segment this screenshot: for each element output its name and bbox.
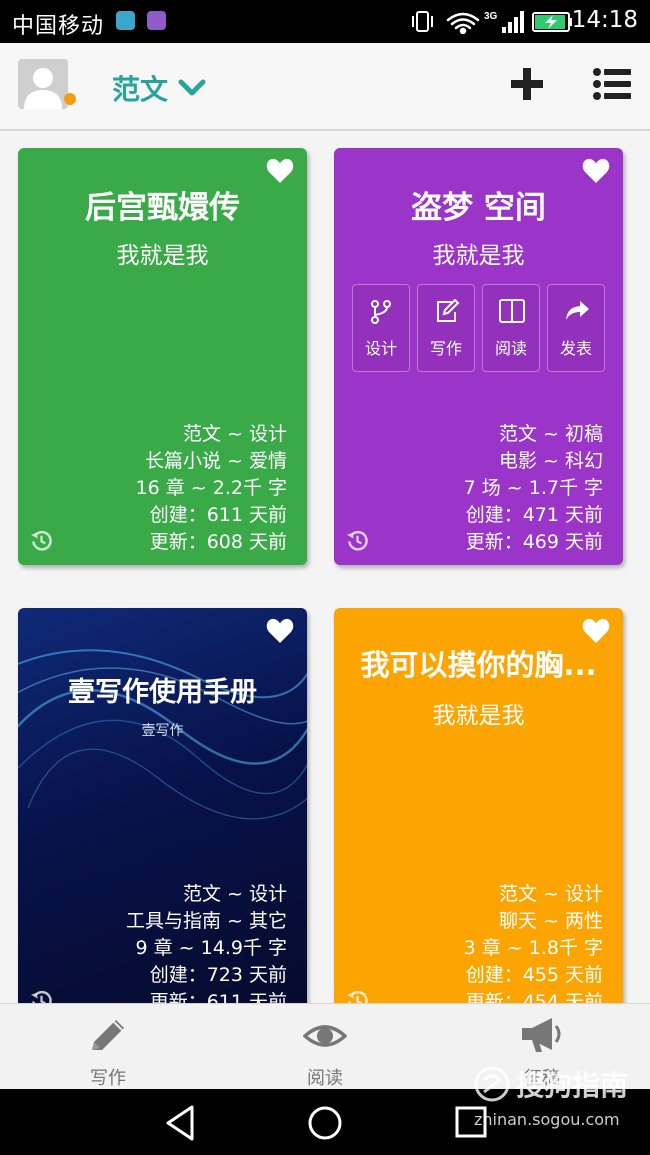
write-button-label: 写作: [429, 339, 462, 358]
heart-icon[interactable]: [266, 618, 294, 644]
write-button[interactable]: 写作: [417, 284, 475, 372]
card-meta-line: 9 章 ~ 14.9千 字: [135, 937, 287, 959]
avatar[interactable]: [18, 59, 68, 109]
chevron-down-icon[interactable]: [178, 79, 206, 97]
user-icon: [18, 59, 68, 109]
wifi-icon: [446, 12, 480, 34]
notification-dot: [64, 93, 76, 105]
card-meta-line: 更新：608 天前: [149, 531, 287, 553]
plus-icon[interactable]: [508, 65, 546, 103]
design-button-label: 设计: [364, 339, 397, 358]
card-meta-line: 长篇小说 ~ 爱情: [145, 450, 287, 472]
publish-button[interactable]: 发表: [547, 284, 605, 372]
card-meta-line: 创建：471 天前: [465, 504, 603, 526]
network-type-label: 3G: [484, 11, 498, 22]
card-title: 后宫甄嬛传: [85, 190, 240, 226]
card-meta-line: 范文 ~ 设计: [499, 883, 603, 905]
card-meta-line: 7 场 ~ 1.7千 字: [463, 477, 603, 499]
card-meta: 范文 ~ 初稿 电影 ~ 科幻 7 场 ~ 1.7千 字 创建：471 天前 更…: [464, 421, 603, 556]
card-meta-line: 3 章 ~ 1.8千 字: [463, 937, 603, 959]
edit-icon: [437, 299, 460, 322]
list-menu-icon[interactable]: [592, 67, 632, 101]
history-icon[interactable]: [346, 529, 369, 552]
sogou-logo-icon: [474, 1066, 510, 1102]
signal-icon: [502, 11, 524, 33]
card-meta-line: 范文 ~ 设计: [183, 883, 287, 905]
app-bar: 范文: [0, 43, 650, 131]
megaphone-icon: [522, 1018, 561, 1052]
clock: 14:18: [571, 7, 638, 33]
card-meta: 范文 ~ 设计 聊天 ~ 两性 3 章 ~ 1.8千 字 创建：455 天前 更…: [464, 881, 603, 1016]
notification-app-icon: [116, 11, 135, 30]
story-card-3[interactable]: 壹写作使用手册 壹写作 范文 ~ 设计 工具与指南 ~ 其它 9 章 ~ 14.…: [18, 608, 307, 1028]
card-author: 我就是我: [432, 243, 525, 269]
card-meta-line: 创建：723 天前: [149, 964, 287, 986]
watermark-url: zhinan.sogou.com: [474, 1110, 620, 1129]
history-icon[interactable]: [30, 529, 53, 552]
carrier-label: 中国移动: [12, 14, 105, 39]
status-icons: 3G: [412, 11, 572, 34]
card-meta-line: 范文 ~ 初稿: [499, 423, 603, 445]
design-button[interactable]: 设计: [352, 284, 410, 372]
share-icon: [566, 301, 589, 320]
pencil-icon: [92, 1020, 124, 1050]
card-meta-line: 更新：469 天前: [465, 531, 603, 553]
back-icon[interactable]: [162, 1103, 202, 1143]
nav-read[interactable]: 阅读: [217, 1004, 433, 1090]
read-button-label: 阅读: [494, 339, 527, 358]
card-author: 我就是我: [116, 243, 209, 269]
card-author: 壹写作: [141, 723, 184, 739]
card-title: 我可以摸你的胸...: [360, 648, 597, 682]
card-meta-line: 范文 ~ 设计: [183, 423, 287, 445]
card-author: 我就是我: [432, 703, 525, 729]
heart-icon[interactable]: [582, 618, 610, 644]
battery-charging-icon: [532, 12, 572, 32]
home-icon[interactable]: [305, 1103, 345, 1143]
card-meta-line: 16 章 ~ 2.2千 字: [135, 477, 287, 499]
branch-icon: [371, 300, 391, 324]
story-card-4[interactable]: 我可以摸你的胸... 我就是我 范文 ~ 设计 聊天 ~ 两性 3 章 ~ 1.…: [334, 608, 623, 1028]
nav-write-label: 写作: [90, 1068, 126, 1089]
publish-button-label: 发表: [559, 339, 592, 358]
story-card-1[interactable]: 后宫甄嬛传 我就是我 范文 ~ 设计 长篇小说 ~ 爱情 16 章 ~ 2.2千…: [18, 148, 307, 565]
card-meta-line: 聊天 ~ 两性: [499, 910, 603, 932]
vibrate-icon: [412, 11, 433, 32]
card-meta: 范文 ~ 设计 工具与指南 ~ 其它 9 章 ~ 14.9千 字 创建：723 …: [126, 881, 287, 1016]
category-title[interactable]: 范文: [112, 68, 168, 108]
read-button[interactable]: 阅读: [482, 284, 540, 372]
nav-write[interactable]: 写作: [0, 1004, 216, 1090]
heart-icon[interactable]: [266, 158, 294, 184]
heart-icon[interactable]: [582, 158, 610, 184]
card-meta-line: 电影 ~ 科幻: [499, 450, 603, 472]
eye-icon: [303, 1025, 347, 1047]
card-title: 壹写作使用手册: [68, 677, 257, 708]
card-meta-line: 创建：611 天前: [149, 504, 287, 526]
card-title: 盗梦 空间: [411, 190, 546, 226]
card-meta: 范文 ~ 设计 长篇小说 ~ 爱情 16 章 ~ 2.2千 字 创建：611 天…: [136, 421, 287, 556]
status-bar: 中国移动 3G 14:18: [0, 0, 650, 43]
book-open-icon: [499, 299, 525, 323]
watermark-brand: 搜狗指南: [516, 1069, 629, 1102]
story-card-2[interactable]: 盗梦 空间 我就是我 设计 写作 阅读 发表 范文 ~ 初稿 电影 ~ 科幻 7…: [334, 148, 623, 565]
nav-read-label: 阅读: [307, 1068, 343, 1089]
notification-gallery-icon: [147, 11, 166, 30]
card-meta-line: 创建：455 天前: [465, 964, 603, 986]
card-meta-line: 工具与指南 ~ 其它: [126, 910, 287, 932]
